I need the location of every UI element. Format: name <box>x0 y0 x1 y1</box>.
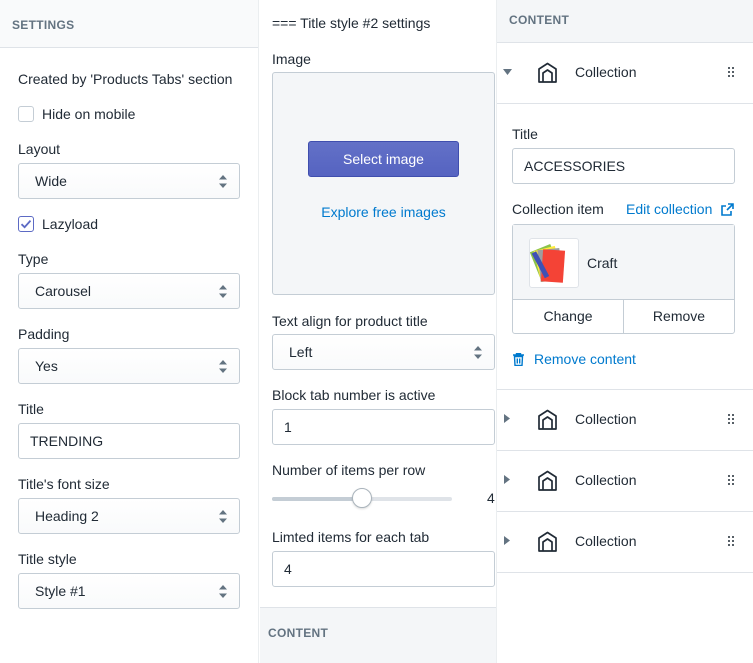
drag-handle-icon[interactable] <box>728 536 734 546</box>
remove-content-action[interactable]: Remove content <box>513 351 636 367</box>
image-label: Image <box>272 51 311 67</box>
image-picker: Select image Explore free images <box>272 72 495 295</box>
slider-fill <box>272 497 362 501</box>
select-arrows-icon <box>219 360 227 373</box>
block-title-label: Title <box>512 126 538 142</box>
settings-panel: SETTINGS Created by 'Products Tabs' sect… <box>0 0 259 663</box>
layout-label: Layout <box>18 141 61 157</box>
text-align-value: Left <box>289 344 313 360</box>
collapsed-block-name: Collection <box>575 411 637 427</box>
created-by-text: Created by 'Products Tabs' section <box>18 71 233 87</box>
hide-on-mobile-label: Hide on mobile <box>42 106 136 122</box>
text-align-select[interactable]: Left <box>272 334 495 370</box>
select-arrows-icon <box>219 285 227 298</box>
title-font-size-label: Title's font size <box>18 476 110 492</box>
layout-value: Wide <box>35 173 67 189</box>
active-tab-value: 1 <box>284 419 292 435</box>
caret-right-icon[interactable] <box>504 536 510 545</box>
title-input[interactable]: TRENDING <box>18 423 240 459</box>
drag-handle-icon[interactable] <box>728 475 734 485</box>
items-per-row-value: 4 <box>487 490 495 506</box>
change-button[interactable]: Change <box>513 300 623 333</box>
limited-items-label: Limted items for each tab <box>272 529 430 545</box>
explore-free-images-link[interactable]: Explore free images <box>321 204 446 220</box>
lazyload-row[interactable]: Lazyload <box>18 216 98 232</box>
remove-content-link[interactable]: Remove content <box>534 351 636 367</box>
type-select[interactable]: Carousel <box>18 273 240 309</box>
caret-right-icon[interactable] <box>504 414 510 423</box>
title-value: TRENDING <box>30 433 104 449</box>
type-label: Type <box>18 251 49 267</box>
limited-items-input[interactable]: 4 <box>272 551 495 587</box>
limited-items-value: 4 <box>284 561 292 577</box>
drag-handle-icon[interactable] <box>728 414 734 424</box>
items-per-row-slider[interactable] <box>272 488 452 508</box>
style-settings-panel: === Title style #2 settings Image Select… <box>260 0 509 663</box>
caret-right-icon[interactable] <box>504 475 510 484</box>
expanded-block-header[interactable]: Collection <box>497 43 753 104</box>
collection-item-label: Collection item <box>512 201 604 217</box>
remove-button[interactable]: Remove <box>623 300 734 333</box>
title-style-value: Style #1 <box>35 583 86 599</box>
active-tab-label: Block tab number is active <box>272 387 436 403</box>
settings-header: SETTINGS <box>0 0 258 48</box>
type-value: Carousel <box>35 283 92 299</box>
collection-item-name: Craft <box>587 255 618 271</box>
title-style-select[interactable]: Style #1 <box>18 573 240 609</box>
select-arrows-icon <box>219 175 227 188</box>
collection-item-card: Craft Change Remove <box>512 224 735 334</box>
collapsed-block-2[interactable]: Collection <box>497 451 753 512</box>
layout-select[interactable]: Wide <box>18 163 240 199</box>
title-label: Title <box>18 401 44 417</box>
select-arrows-icon <box>219 585 227 598</box>
slider-thumb[interactable] <box>352 488 372 508</box>
collapsed-block-3[interactable]: Collection <box>497 512 753 573</box>
title-style-label: Title style <box>18 551 77 567</box>
caret-down-icon[interactable] <box>503 69 512 75</box>
external-link-icon[interactable] <box>721 203 734 216</box>
hide-on-mobile-checkbox[interactable] <box>18 106 34 122</box>
block-title-input[interactable]: ACCESSORIES <box>512 148 735 184</box>
style-heading: === Title style #2 settings <box>272 15 431 31</box>
block-title-value: ACCESSORIES <box>524 158 626 174</box>
padding-label: Padding <box>18 326 70 342</box>
content-header: CONTENT <box>497 0 753 43</box>
hide-on-mobile-row[interactable]: Hide on mobile <box>18 106 135 122</box>
craft-paper-image <box>530 244 566 283</box>
trash-icon <box>513 352 524 366</box>
active-tab-input[interactable]: 1 <box>272 409 495 445</box>
padding-select[interactable]: Yes <box>18 348 240 384</box>
select-arrows-icon <box>474 346 482 359</box>
edit-collection-link[interactable]: Edit collection <box>626 201 712 217</box>
collection-thumbnail <box>529 238 579 288</box>
title-font-size-select[interactable]: Heading 2 <box>18 498 240 534</box>
collection-icon <box>538 531 557 552</box>
collection-icon <box>538 470 557 491</box>
lazyload-label: Lazyload <box>42 216 99 232</box>
select-arrows-icon <box>219 510 227 523</box>
title-font-size-value: Heading 2 <box>35 508 99 524</box>
drag-handle-icon[interactable] <box>728 67 734 77</box>
content-panel: CONTENT Collection Title ACCESSORIES Col… <box>496 0 753 663</box>
checkmark-icon <box>20 220 32 229</box>
text-align-label: Text align for product title <box>272 313 428 329</box>
select-image-button[interactable]: Select image <box>308 141 459 177</box>
padding-value: Yes <box>35 358 58 374</box>
collapsed-block-1[interactable]: Collection <box>497 390 753 451</box>
content-footer-header: CONTENT <box>260 607 509 663</box>
collapsed-block-name: Collection <box>575 472 637 488</box>
lazyload-checkbox[interactable] <box>18 216 34 232</box>
items-per-row-label: Number of items per row <box>272 462 426 478</box>
collection-icon <box>538 62 557 83</box>
collection-icon <box>538 409 557 430</box>
expanded-block-name: Collection <box>575 64 637 80</box>
collapsed-block-name: Collection <box>575 533 637 549</box>
